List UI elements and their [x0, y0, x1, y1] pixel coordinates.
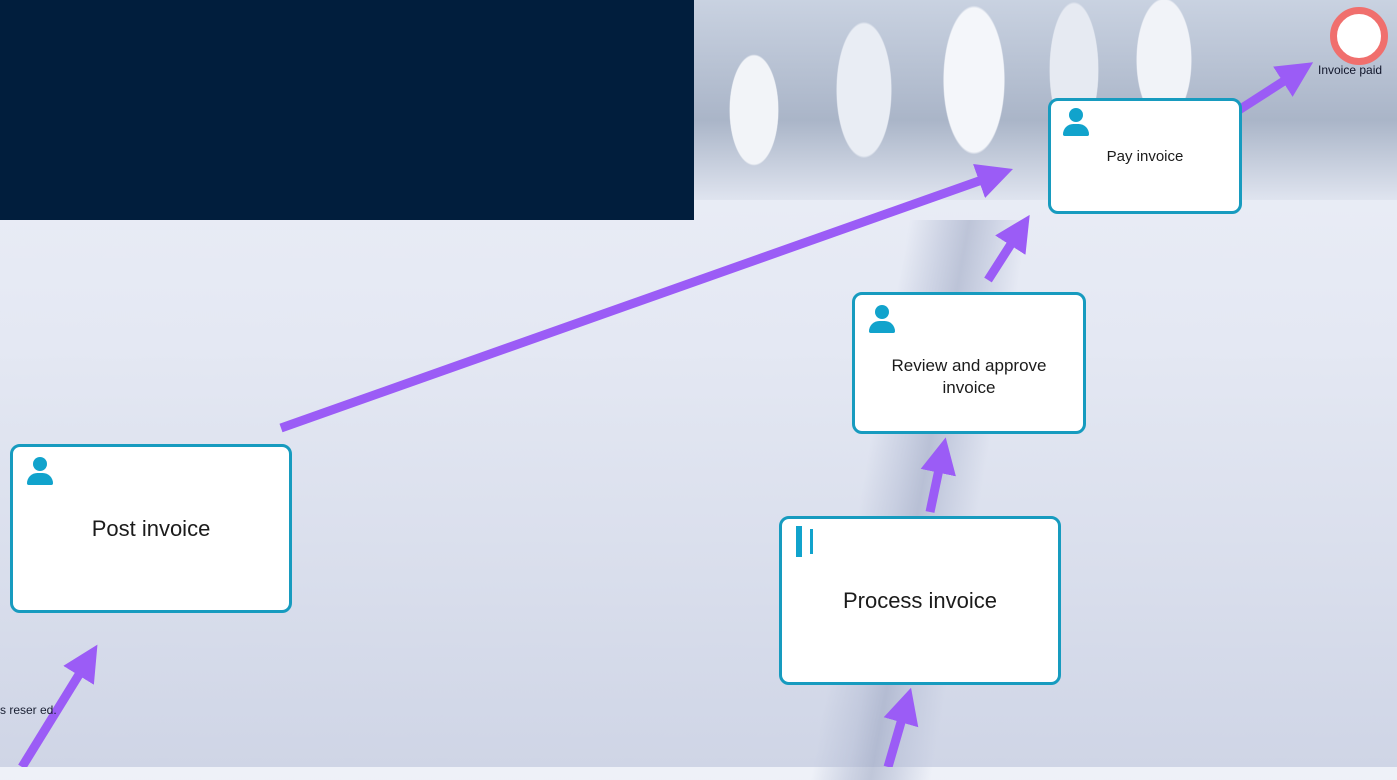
task-review-approve-invoice[interactable]: Review and approve invoice [852, 292, 1086, 434]
task-pay-invoice[interactable]: Pay invoice [1048, 98, 1242, 214]
flow-process-to-review [920, 437, 956, 513]
task-label: Process invoice [842, 587, 998, 613]
task-label: Post invoice [91, 515, 211, 541]
task-post-invoice[interactable]: Post invoice [10, 444, 292, 613]
table-icon [796, 526, 813, 557]
flow-into-process [883, 687, 919, 767]
flow-review-to-pay [984, 214, 1030, 283]
task-process-invoice[interactable]: Process invoice [779, 516, 1061, 685]
end-event-icon[interactable] [1330, 7, 1388, 65]
task-label: Review and approve invoice [891, 356, 1047, 397]
task-label: Pay invoice [1106, 147, 1184, 165]
end-event-label: Invoice paid [1318, 63, 1383, 77]
footer-copyright: s reser ed. [0, 703, 57, 717]
